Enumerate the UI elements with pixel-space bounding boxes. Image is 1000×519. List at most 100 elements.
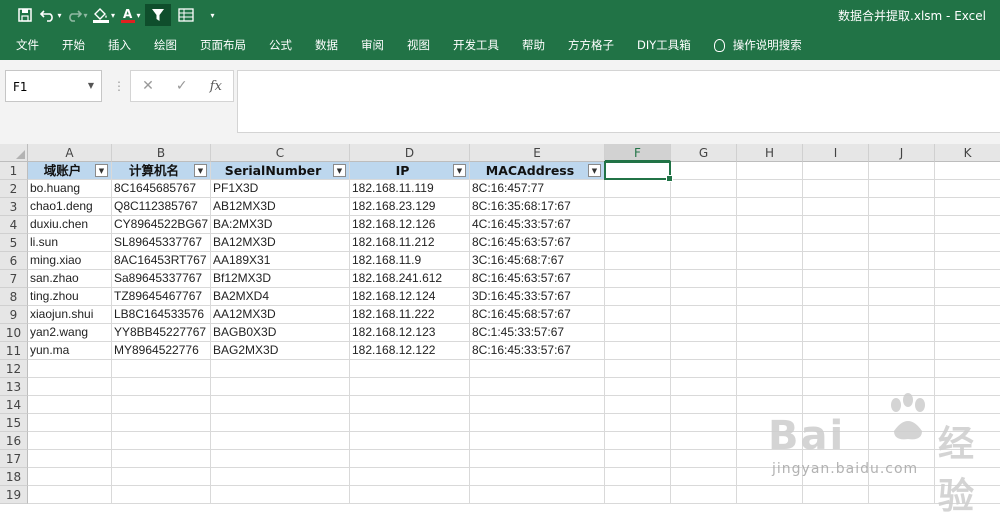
cell-d10[interactable]: 182.168.12.123	[350, 324, 470, 342]
cell-f7[interactable]	[605, 270, 671, 288]
tab-page-layout[interactable]: 页面布局	[200, 37, 246, 53]
cell-k6[interactable]	[935, 252, 1000, 270]
tell-me-search[interactable]: 操作说明搜索	[713, 37, 802, 53]
fill-color-button[interactable]: ▾	[92, 4, 115, 26]
font-color-button[interactable]: A ▾	[119, 4, 141, 26]
cell-f17[interactable]	[605, 450, 671, 468]
cell-f15[interactable]	[605, 414, 671, 432]
cell-i13[interactable]	[803, 378, 869, 396]
cell-e17[interactable]	[470, 450, 605, 468]
cell-h12[interactable]	[737, 360, 803, 378]
cell-c13[interactable]	[211, 378, 350, 396]
column-header-e[interactable]: E	[470, 144, 605, 162]
cell-a2[interactable]: bo.huang	[28, 180, 112, 198]
cell-b7[interactable]: Sa89645337767	[112, 270, 211, 288]
cell-a11[interactable]: yun.ma	[28, 342, 112, 360]
cell-i3[interactable]	[803, 198, 869, 216]
cell-h4[interactable]	[737, 216, 803, 234]
tab-help[interactable]: 帮助	[522, 37, 545, 53]
cell-f8[interactable]	[605, 288, 671, 306]
cancel-icon[interactable]: ✕	[142, 78, 154, 94]
cell-d11[interactable]: 182.168.12.122	[350, 342, 470, 360]
cell-c3[interactable]: AB12MX3D	[211, 198, 350, 216]
cell-b11[interactable]: MY8964522776	[112, 342, 211, 360]
undo-button[interactable]: ▾	[40, 4, 62, 26]
column-header-f[interactable]: F	[605, 144, 671, 162]
table-header-cell[interactable]: SerialNumber ▼	[211, 162, 350, 180]
cell-j12[interactable]	[869, 360, 935, 378]
cell-h7[interactable]	[737, 270, 803, 288]
row-header-1[interactable]: 1	[0, 162, 28, 180]
table-header-cell[interactable]: 域账户 ▼	[28, 162, 112, 180]
cell-c15[interactable]	[211, 414, 350, 432]
cell-b14[interactable]	[112, 396, 211, 414]
cell-c14[interactable]	[211, 396, 350, 414]
column-header-j[interactable]: J	[869, 144, 935, 162]
row-header-2[interactable]: 2	[0, 180, 28, 198]
cell-b18[interactable]	[112, 468, 211, 486]
cell-a12[interactable]	[28, 360, 112, 378]
cell-b10[interactable]: YY8BB45227767	[112, 324, 211, 342]
cell-i1[interactable]	[803, 162, 869, 180]
cell-g7[interactable]	[671, 270, 737, 288]
cell-j8[interactable]	[869, 288, 935, 306]
cell-i4[interactable]	[803, 216, 869, 234]
cell-a3[interactable]: chao1.deng	[28, 198, 112, 216]
filter-button[interactable]	[145, 4, 172, 26]
cell-g1[interactable]	[671, 162, 737, 180]
cell-e13[interactable]	[470, 378, 605, 396]
cell-c18[interactable]	[211, 468, 350, 486]
cell-g12[interactable]	[671, 360, 737, 378]
chevron-down-icon[interactable]: ▾	[83, 11, 87, 20]
form-button[interactable]	[175, 4, 197, 26]
chevron-down-icon[interactable]: ▼	[88, 81, 94, 90]
cell-d14[interactable]	[350, 396, 470, 414]
cell-c2[interactable]: PF1X3D	[211, 180, 350, 198]
cell-h11[interactable]	[737, 342, 803, 360]
enter-icon[interactable]: ✓	[176, 78, 188, 94]
cell-b19[interactable]	[112, 486, 211, 504]
cell-f10[interactable]	[605, 324, 671, 342]
cell-b8[interactable]: TZ89645467767	[112, 288, 211, 306]
cell-j2[interactable]	[869, 180, 935, 198]
tab-home[interactable]: 开始	[62, 37, 85, 53]
cell-a5[interactable]: li.sun	[28, 234, 112, 252]
cell-a17[interactable]	[28, 450, 112, 468]
cell-d12[interactable]	[350, 360, 470, 378]
cell-d15[interactable]	[350, 414, 470, 432]
row-header-19[interactable]: 19	[0, 486, 28, 504]
tab-review[interactable]: 审阅	[361, 37, 384, 53]
tab-data[interactable]: 数据	[315, 37, 338, 53]
grip-icon[interactable]: ⋮	[113, 79, 125, 93]
cell-e10[interactable]: 8C:1:45:33:57:67	[470, 324, 605, 342]
cell-h9[interactable]	[737, 306, 803, 324]
column-header-a[interactable]: A	[28, 144, 112, 162]
cell-d4[interactable]: 182.168.12.126	[350, 216, 470, 234]
cell-c9[interactable]: AA12MX3D	[211, 306, 350, 324]
cell-k13[interactable]	[935, 378, 1000, 396]
tab-diy-toolbox[interactable]: DIY工具箱	[637, 37, 691, 53]
table-header-cell[interactable]: 计算机名 ▼	[112, 162, 211, 180]
cell-f18[interactable]	[605, 468, 671, 486]
row-header-11[interactable]: 11	[0, 342, 28, 360]
cell-f9[interactable]	[605, 306, 671, 324]
cell-d8[interactable]: 182.168.12.124	[350, 288, 470, 306]
cell-a15[interactable]	[28, 414, 112, 432]
cell-h6[interactable]	[737, 252, 803, 270]
row-header-5[interactable]: 5	[0, 234, 28, 252]
tab-file[interactable]: 文件	[16, 37, 39, 53]
insert-function-icon[interactable]: fx	[210, 79, 222, 94]
tab-insert[interactable]: 插入	[108, 37, 131, 53]
cell-b9[interactable]: LB8C164533576	[112, 306, 211, 324]
customize-qat-button[interactable]: ▾	[201, 4, 223, 26]
cell-g11[interactable]	[671, 342, 737, 360]
cell-e7[interactable]: 8C:16:45:63:57:67	[470, 270, 605, 288]
cell-f12[interactable]	[605, 360, 671, 378]
cell-e8[interactable]: 3D:16:45:33:57:67	[470, 288, 605, 306]
cell-e5[interactable]: 8C:16:45:63:57:67	[470, 234, 605, 252]
row-header-10[interactable]: 10	[0, 324, 28, 342]
tab-view[interactable]: 视图	[407, 37, 430, 53]
cell-e6[interactable]: 3C:16:45:68:7:67	[470, 252, 605, 270]
cell-a8[interactable]: ting.zhou	[28, 288, 112, 306]
cell-j4[interactable]	[869, 216, 935, 234]
